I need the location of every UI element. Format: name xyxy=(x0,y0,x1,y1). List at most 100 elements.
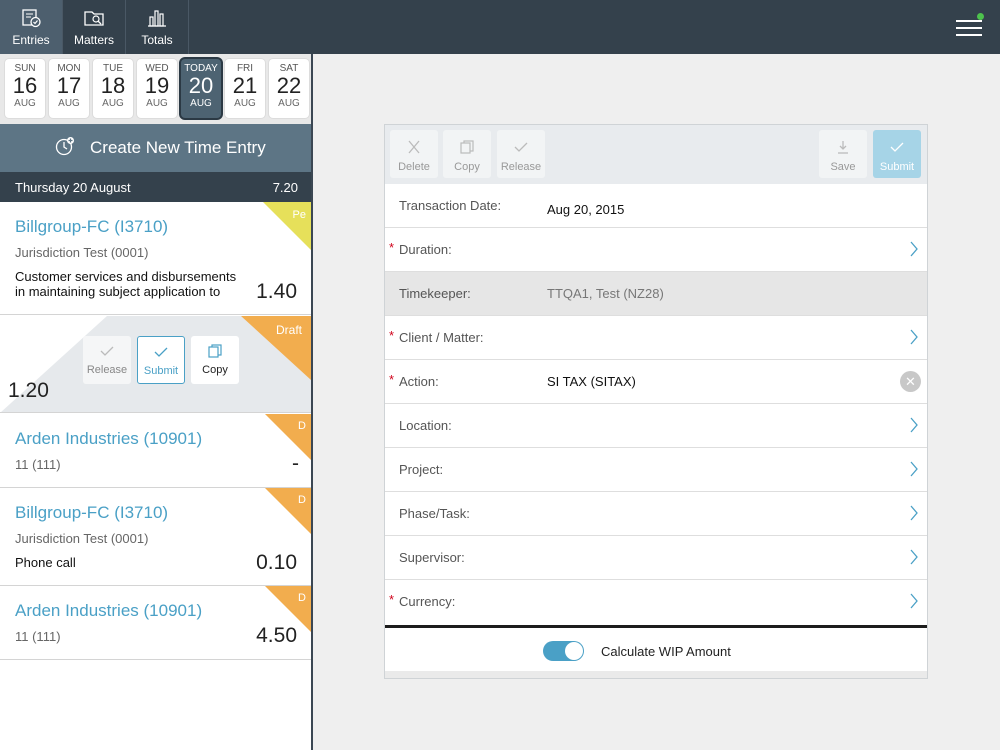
submit-label: Submit xyxy=(879,161,915,173)
calculate-wip-label: Calculate WIP Amount xyxy=(601,644,731,659)
status-badge: D xyxy=(298,592,306,604)
entry-matter: Jurisdiction Test (0001) xyxy=(15,531,149,546)
entry-client: Arden Industries (10901) xyxy=(15,601,203,620)
delete-button[interactable]: Delete xyxy=(390,130,438,178)
supervisor-label: Supervisor: xyxy=(399,550,465,565)
form-toolbar: Delete Copy Release Save Submit xyxy=(385,125,927,184)
day-number: 18 xyxy=(100,73,126,98)
action-value: SI TAX (SITAX) xyxy=(547,374,636,389)
copy-button[interactable]: Copy xyxy=(191,336,239,384)
entry-matter: 11 (111) xyxy=(15,457,61,472)
project-field[interactable]: Project: xyxy=(385,448,927,492)
date-tue-18[interactable]: TUE 18 AUG xyxy=(93,59,133,118)
entry-matter: 11 (111) xyxy=(15,629,61,644)
tab-matters-label: Matters xyxy=(73,33,114,47)
save-label: Save xyxy=(830,161,856,173)
day-month: AUG xyxy=(234,98,256,109)
time-entry-card[interactable]: Arden Industries (10901) 11 (111) - D xyxy=(0,414,311,488)
save-icon xyxy=(838,141,848,154)
tab-entries[interactable]: Entries xyxy=(0,0,63,54)
duration-field[interactable]: * Duration: xyxy=(385,228,927,272)
close-icon xyxy=(408,140,420,154)
check-icon xyxy=(514,142,528,152)
status-badge: D xyxy=(298,494,306,506)
day-number: 16 xyxy=(12,73,38,98)
delete-label: Delete xyxy=(398,161,430,173)
save-button[interactable]: Save xyxy=(819,130,867,178)
time-entry-form: Delete Copy Release Save Submit Transact… xyxy=(384,124,928,679)
timekeeper-field: Timekeeper: TTQA1, Test (NZ28) xyxy=(385,272,927,316)
day-month: AUG xyxy=(102,98,124,109)
calculate-wip-toggle[interactable] xyxy=(543,641,584,661)
day-number: 21 xyxy=(232,73,258,98)
date-mon-17[interactable]: MON 17 AUG xyxy=(49,59,89,118)
client-matter-field[interactable]: * Client / Matter: xyxy=(385,316,927,360)
tab-totals[interactable]: Totals xyxy=(126,0,189,54)
swiped-time-entry[interactable]: 1.20 Release Submit Copy Draft xyxy=(0,316,311,413)
chevron-right-icon xyxy=(910,241,918,257)
submit-label: Submit xyxy=(143,365,179,377)
day-month: AUG xyxy=(14,98,36,109)
release-button[interactable]: Release xyxy=(497,130,545,178)
copy-label: Copy xyxy=(454,161,480,173)
status-badge: D xyxy=(298,420,306,432)
chevron-right-icon xyxy=(910,549,918,565)
entry-narrative: Customer services and disbursements in m… xyxy=(15,269,237,299)
tab-matters[interactable]: Matters xyxy=(63,0,126,54)
matters-icon xyxy=(84,11,104,26)
entry-hours: 1.40 xyxy=(256,280,297,303)
entries-pane: SUN 16 AUG MON 17 AUG TUE 18 AUG WED 19 … xyxy=(0,54,313,750)
date-sat-22[interactable]: SAT 22 AUG xyxy=(269,59,309,118)
date-sun-16[interactable]: SUN 16 AUG xyxy=(5,59,45,118)
release-button[interactable]: Release xyxy=(83,336,131,384)
check-icon xyxy=(100,346,114,356)
entries-icon xyxy=(22,9,41,28)
create-entry-label: Create New Time Entry xyxy=(90,138,266,157)
currency-field[interactable]: * Currency: xyxy=(385,580,927,624)
location-field[interactable]: Location: xyxy=(385,404,927,448)
totals-icon xyxy=(148,10,166,27)
transaction-date-value: Aug 20, 2015 xyxy=(547,202,625,217)
copy-button[interactable]: Copy xyxy=(443,130,491,178)
submit-button[interactable]: Submit xyxy=(873,130,921,178)
required-marker: * xyxy=(389,592,395,607)
day-number: 20 xyxy=(188,73,214,98)
project-label: Project: xyxy=(399,462,444,477)
clear-icon[interactable]: ✕ xyxy=(900,371,921,392)
date-fri-21[interactable]: FRI 21 AUG xyxy=(225,59,265,118)
create-new-time-entry-button[interactable]: Create New Time Entry xyxy=(0,124,311,172)
time-entry-card[interactable]: Billgroup-FC (I3710) Jurisdiction Test (… xyxy=(0,202,311,315)
date-wed-19[interactable]: WED 19 AUG xyxy=(137,59,177,118)
transaction-date-field[interactable]: Transaction Date: Aug 20, 2015 xyxy=(385,184,927,228)
tab-totals-label: Totals xyxy=(141,33,173,47)
time-entry-card[interactable]: Arden Industries (10901) 11 (111) 4.50 D xyxy=(0,586,311,660)
day-number: 22 xyxy=(276,73,302,98)
required-marker: * xyxy=(389,328,395,343)
required-marker: * xyxy=(389,240,395,255)
supervisor-field[interactable]: Supervisor: xyxy=(385,536,927,580)
action-field[interactable]: * Action: SI TAX (SITAX) ✕ xyxy=(385,360,927,404)
chevron-right-icon xyxy=(910,329,918,345)
duration-label: Duration: xyxy=(399,242,452,257)
entry-matter: Jurisdiction Test (0001) xyxy=(15,245,149,260)
tab-entries-label: Entries xyxy=(12,33,50,47)
submit-button[interactable]: Submit xyxy=(137,336,185,384)
toggle-knob xyxy=(565,642,583,660)
chevron-right-icon xyxy=(910,461,918,477)
day-month: AUG xyxy=(146,98,168,109)
panel-footer xyxy=(385,671,927,678)
day-number: 17 xyxy=(56,73,82,98)
timekeeper-label: Timekeeper: xyxy=(399,286,471,301)
copy-icon xyxy=(208,344,222,358)
date-today-20[interactable]: TODAY 20 AUG xyxy=(181,59,221,118)
timekeeper-value: TTQA1, Test (NZ28) xyxy=(547,286,664,301)
time-entry-card[interactable]: Billgroup-FC (I3710) Jurisdiction Test (… xyxy=(0,488,311,586)
day-header-date: Thursday 20 August xyxy=(15,180,131,195)
action-label: Action: xyxy=(399,374,439,389)
clock-plus-icon xyxy=(55,137,74,156)
chevron-right-icon xyxy=(910,593,918,609)
hamburger-menu-icon[interactable] xyxy=(956,13,984,40)
location-label: Location: xyxy=(399,418,452,433)
phase-task-field[interactable]: Phase/Task: xyxy=(385,492,927,536)
copy-label: Copy xyxy=(202,364,228,376)
